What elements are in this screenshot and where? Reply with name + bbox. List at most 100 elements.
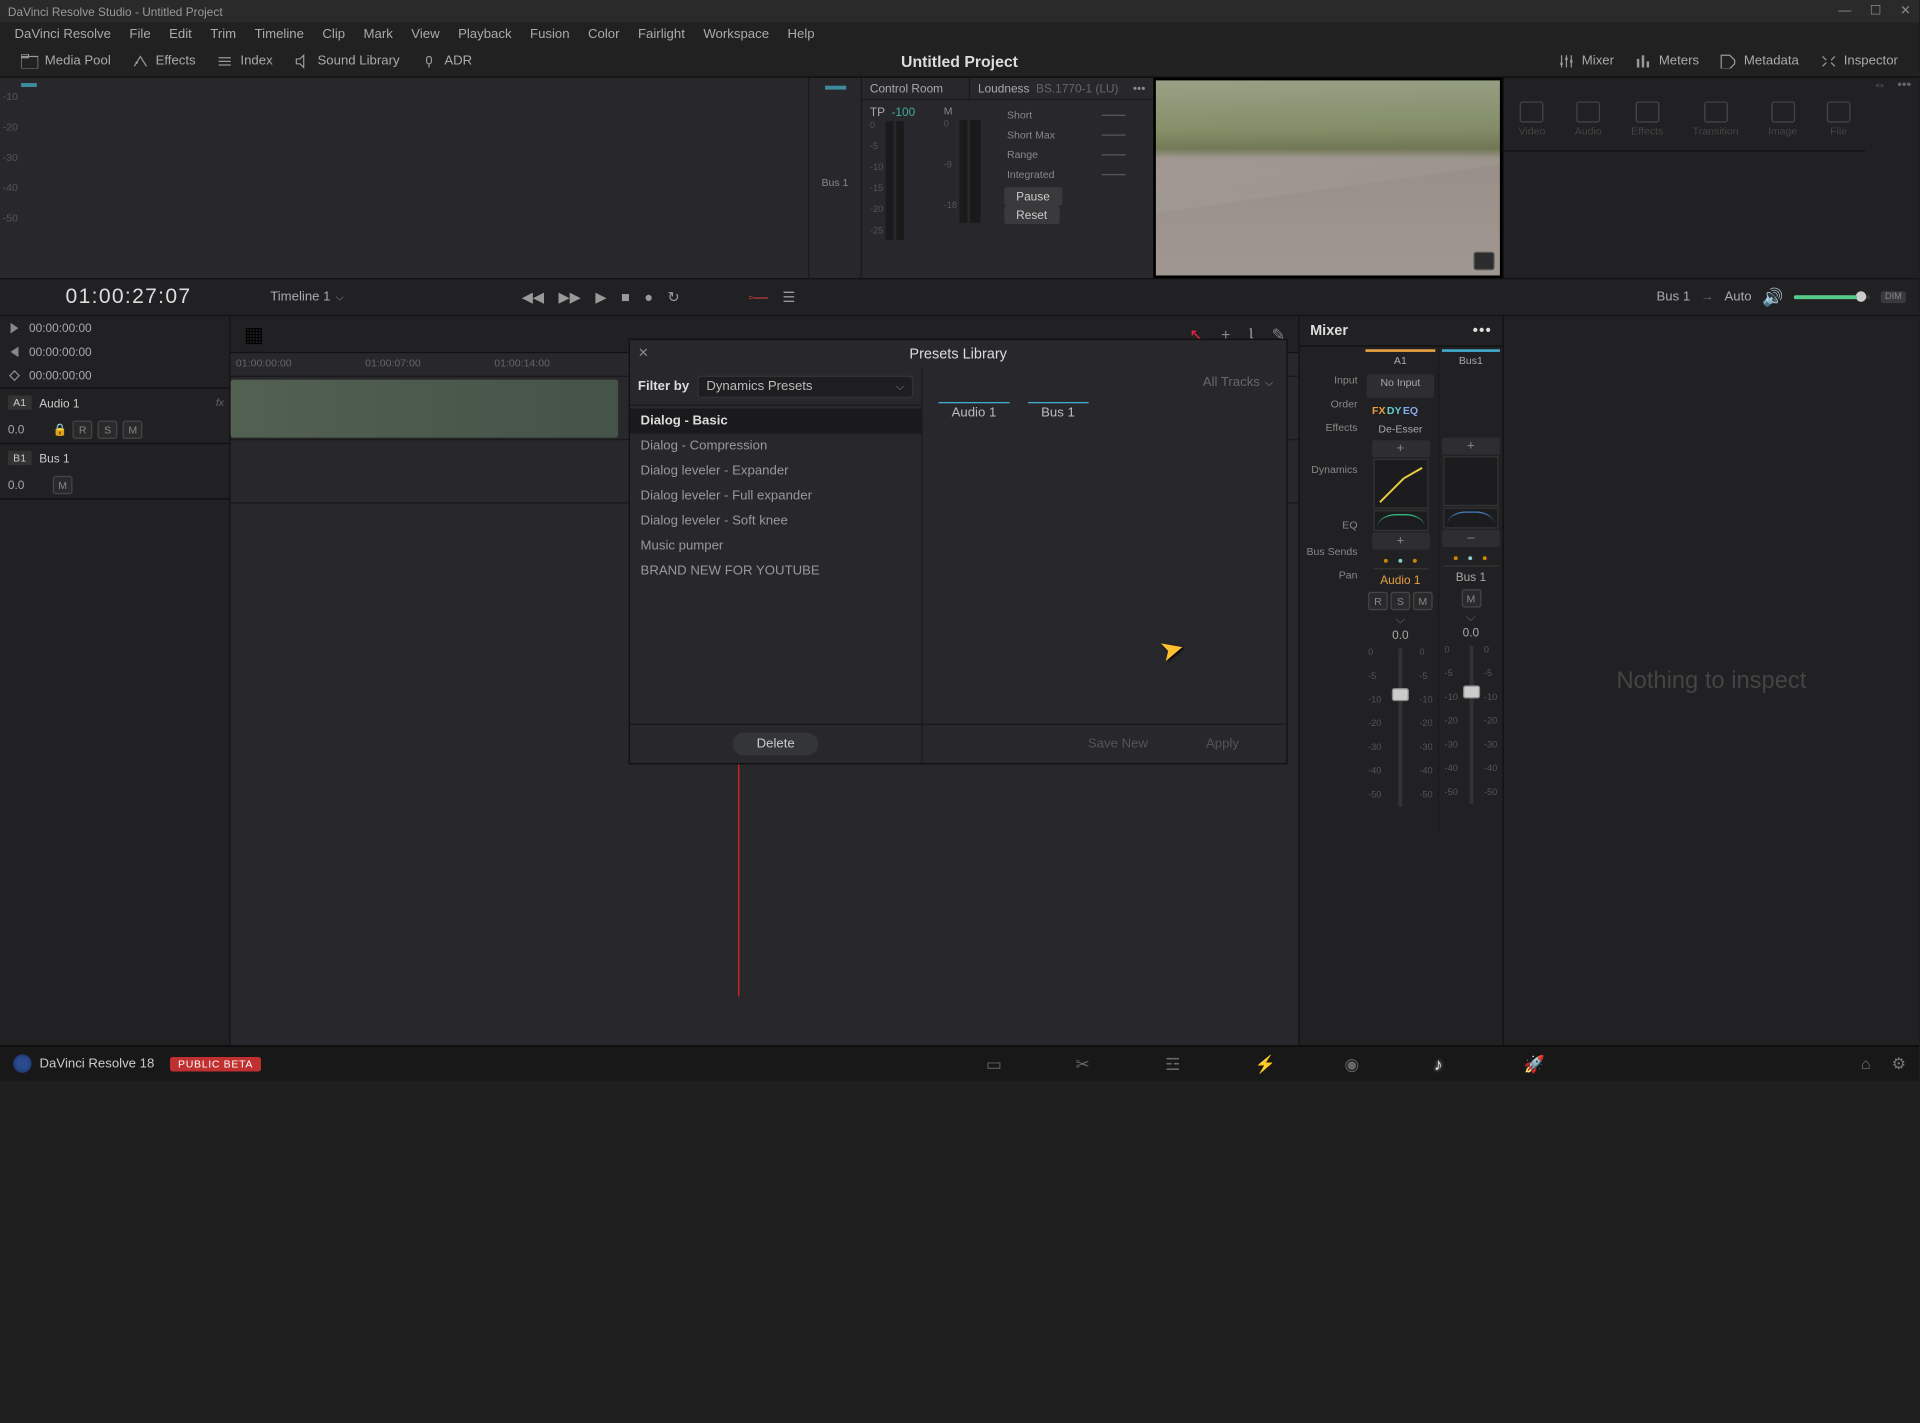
color-page-icon[interactable]: ◉ — [1344, 1054, 1365, 1072]
sound-library-button[interactable]: Sound Library — [283, 50, 410, 72]
all-tracks-dropdown[interactable]: All Tracks⌵ — [923, 369, 1287, 397]
preview-expand-icon[interactable] — [1474, 252, 1495, 270]
range-out[interactable]: 00:00:00:00 — [0, 340, 229, 364]
pan-control[interactable] — [1373, 551, 1428, 569]
stop-icon[interactable]: ■ — [621, 289, 630, 305]
dynamics-graph[interactable] — [1373, 459, 1428, 509]
preset-item[interactable]: Dialog leveler - Soft knee — [630, 509, 921, 534]
preset-item[interactable]: Dialog leveler - Full expander — [630, 484, 921, 509]
mixer-menu-icon[interactable]: ••• — [1473, 323, 1492, 339]
adr-button[interactable]: ADR — [410, 50, 483, 72]
preset-track-tab[interactable]: Audio 1 — [933, 402, 1015, 426]
menu-color[interactable]: Color — [579, 24, 629, 44]
menu-timeline[interactable]: Timeline — [245, 24, 313, 44]
inspector-tab-effects[interactable]: Effects — [1631, 101, 1663, 137]
range-dur[interactable]: 00:00:00:00 — [0, 364, 229, 388]
track-m-button[interactable]: M — [123, 420, 143, 438]
bus-send-button[interactable]: + — [1371, 532, 1429, 549]
cut-page-icon[interactable]: ✂ — [1075, 1054, 1096, 1072]
dialog-close-icon[interactable]: ✕ — [638, 347, 649, 361]
effects-button[interactable]: Effects — [121, 50, 206, 72]
metadata-toggle[interactable]: Metadata — [1710, 50, 1810, 72]
loudness-reset-button[interactable]: Reset — [1004, 206, 1059, 224]
auto-button[interactable]: Auto — [1724, 290, 1751, 304]
play-icon[interactable]: ▶ — [595, 289, 606, 306]
automation-icon[interactable]: ◦— — [748, 289, 768, 305]
eq-graph[interactable] — [1373, 510, 1428, 531]
loudness-pause-button[interactable]: Pause — [1004, 187, 1061, 205]
lock-icon[interactable]: 🔒 — [53, 422, 68, 436]
rewind-icon[interactable]: ◀◀ — [522, 289, 544, 306]
pan-control[interactable] — [1443, 548, 1498, 566]
speaker-icon[interactable]: 🔊 — [1762, 287, 1783, 308]
menu-file[interactable]: File — [120, 24, 160, 44]
save-new-preset-button[interactable]: Save New — [1064, 733, 1172, 755]
track-header-b1[interactable]: B1Bus 10.0M — [0, 444, 229, 499]
menu-help[interactable]: Help — [778, 24, 824, 44]
delete-preset-button[interactable]: Delete — [733, 733, 819, 755]
menu-fusion[interactable]: Fusion — [521, 24, 579, 44]
index-button[interactable]: Index — [206, 50, 283, 72]
apply-preset-button[interactable]: Apply — [1182, 733, 1262, 755]
preset-item[interactable]: Dialog - Compression — [630, 434, 921, 459]
output-bus[interactable]: Bus 1 — [1656, 290, 1690, 304]
preset-track-tab[interactable]: Bus 1 — [1023, 402, 1094, 426]
menu-davinci-resolve[interactable]: DaVinci Resolve — [5, 24, 120, 44]
close-icon[interactable]: ✕ — [1900, 4, 1911, 18]
home-icon[interactable]: ⌂ — [1861, 1054, 1871, 1072]
menu-playback[interactable]: Playback — [449, 24, 521, 44]
audio-clip[interactable] — [231, 380, 618, 438]
meters-toggle[interactable]: Meters — [1625, 50, 1710, 72]
channel-fader[interactable]: 0-5-10-20-30-40-500-5-10-20-30-40-50 — [1442, 641, 1500, 826]
preset-item[interactable]: Music pumper — [630, 534, 921, 559]
inspector-tab-image[interactable]: Image — [1768, 101, 1797, 137]
inspector-tab-audio[interactable]: Audio — [1575, 101, 1602, 137]
track-r-button[interactable]: R — [73, 420, 93, 438]
deliver-page-icon[interactable]: 🚀 — [1524, 1054, 1545, 1072]
options-icon[interactable]: ☰ — [782, 289, 795, 306]
record-icon[interactable]: ● — [644, 289, 653, 305]
eq-graph[interactable] — [1443, 507, 1498, 528]
inspector-tab-video[interactable]: Video — [1519, 101, 1546, 137]
filter-dropdown[interactable]: Dynamics Presets⌵ — [697, 376, 913, 398]
bus-meter: Bus 1 — [808, 78, 861, 278]
loop-icon[interactable]: ↻ — [668, 289, 680, 306]
menu-edit[interactable]: Edit — [160, 24, 201, 44]
mixer-toggle[interactable]: Mixer — [1548, 50, 1625, 72]
media-page-icon[interactable]: ▭ — [986, 1054, 1007, 1072]
add-effect-button[interactable]: + — [1371, 440, 1429, 457]
media-pool-button[interactable]: Media Pool — [11, 50, 122, 72]
edit-page-icon[interactable]: ☲ — [1165, 1054, 1186, 1072]
track-header-a1[interactable]: A1Audio 1fx0.0🔒RSM — [0, 389, 229, 444]
menu-mark[interactable]: Mark — [354, 24, 402, 44]
fusion-page-icon[interactable]: ⚡ — [1255, 1054, 1276, 1072]
track-m-button[interactable]: M — [53, 476, 73, 494]
layout-icon[interactable]: ▦ — [244, 321, 264, 347]
menu-fairlight[interactable]: Fairlight — [629, 24, 694, 44]
menu-workspace[interactable]: Workspace — [694, 24, 778, 44]
settings-icon[interactable]: ⚙ — [1892, 1054, 1906, 1072]
menu-trim[interactable]: Trim — [201, 24, 245, 44]
minimize-icon[interactable]: — — [1838, 4, 1851, 18]
preset-item[interactable]: Dialog leveler - Expander — [630, 459, 921, 484]
channel-fader[interactable]: 0-5-10-20-30-40-500-5-10-20-30-40-50 — [1365, 643, 1435, 828]
bus-send-button[interactable]: – — [1442, 530, 1500, 547]
add-effect-button[interactable]: + — [1442, 438, 1500, 455]
menu-view[interactable]: View — [402, 24, 449, 44]
inspector-tab-transition[interactable]: Transition — [1693, 101, 1739, 137]
maximize-icon[interactable]: ☐ — [1870, 4, 1882, 18]
inspector-toggle[interactable]: Inspector — [1809, 50, 1908, 72]
timeline-selector[interactable]: Timeline 1⌵ — [270, 290, 344, 304]
range-in[interactable]: 00:00:00:00 — [0, 316, 229, 340]
preset-list: Dialog - BasicDialog - CompressionDialog… — [630, 406, 921, 724]
monitor-volume-slider[interactable] — [1794, 295, 1870, 299]
inspector-tab-file[interactable]: File — [1827, 101, 1851, 137]
menu-clip[interactable]: Clip — [313, 24, 354, 44]
fairlight-page-icon[interactable]: ♪ — [1434, 1054, 1455, 1072]
fast-forward-icon[interactable]: ▶▶ — [559, 289, 581, 306]
preset-item[interactable]: BRAND NEW FOR YOUTUBE — [630, 559, 921, 584]
preset-item[interactable]: Dialog - Basic — [630, 409, 921, 434]
dim-button[interactable]: DIM — [1881, 291, 1906, 303]
dynamics-graph[interactable] — [1443, 456, 1498, 506]
track-s-button[interactable]: S — [98, 420, 118, 438]
